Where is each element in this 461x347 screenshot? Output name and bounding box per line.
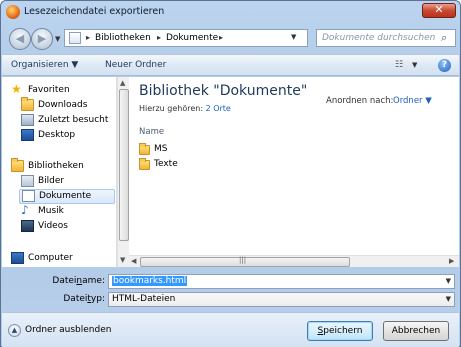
search-icon[interactable]: ⌕ xyxy=(441,31,447,45)
folder-icon xyxy=(139,158,150,170)
downloads-folder-icon xyxy=(21,97,34,111)
navigation-row: ◀ ▶ ▼ ▸ Bibliotheken ▸ Dokumente ▸ ▼ ⇆ D… xyxy=(1,24,460,52)
close-icon: ✕ xyxy=(434,3,444,16)
forward-arrow-icon: ▶ xyxy=(37,32,47,45)
command-bar: Organisieren ▼ Neuer Ordner ☷ ▼ ? xyxy=(2,54,459,76)
recent-places-icon xyxy=(21,114,34,126)
libraries-icon xyxy=(11,158,24,172)
close-button[interactable]: ✕ xyxy=(422,3,456,18)
star-icon: ★ xyxy=(11,82,22,96)
filename-row: Dateiname: bookmarks.html ▼ xyxy=(1,274,460,289)
recent-pages-dropdown[interactable]: ▼ xyxy=(55,35,60,43)
music-icon: ♪ xyxy=(21,203,29,217)
firefox-icon xyxy=(6,5,20,19)
videos-icon xyxy=(21,220,34,232)
filetype-row: Dateityp: HTML-Dateien ▼ xyxy=(1,292,460,307)
sidebar-item-documents[interactable]: Dokumente xyxy=(19,189,115,204)
arrange-by-label: Anordnen nach: xyxy=(326,96,394,106)
breadcrumb-dokumente[interactable]: Dokumente xyxy=(166,33,218,43)
scrollbar-thumb[interactable]: ||| xyxy=(140,256,350,267)
grip-icon: ||| xyxy=(239,256,247,264)
scrollbar-thumb[interactable] xyxy=(119,89,129,241)
address-bar[interactable]: ▸ Bibliotheken ▸ Dokumente ▸ ▼ xyxy=(64,29,308,47)
library-icon xyxy=(69,32,81,44)
view-options-icon[interactable]: ☷ xyxy=(395,60,407,70)
column-header-name[interactable]: Name xyxy=(139,127,164,137)
computer-icon xyxy=(11,252,24,264)
new-folder-button[interactable]: Neuer Ordner xyxy=(105,60,166,70)
scroll-up-icon[interactable]: ▲ xyxy=(120,79,125,87)
file-list-pane: Bibliothek "Dokumente" Hierzu gehören: 2… xyxy=(129,77,459,255)
documents-icon xyxy=(22,190,35,202)
scroll-left-icon[interactable]: ◀ xyxy=(131,257,136,265)
chevron-right-icon[interactable]: ▸ xyxy=(219,33,223,42)
arrange-by-dropdown[interactable]: Ordner ▼ xyxy=(393,96,432,106)
save-button[interactable]: Speichern xyxy=(307,321,373,341)
filename-input[interactable]: bookmarks.html xyxy=(112,276,188,286)
dialog-footer: ▲ Ordner ausblenden Speichern Abbrechen xyxy=(2,312,459,347)
scroll-right-icon[interactable]: ▶ xyxy=(449,257,454,265)
help-icon[interactable]: ? xyxy=(438,59,451,72)
chevron-right-icon[interactable]: ▸ xyxy=(86,33,90,42)
library-includes: Hierzu gehören: 2 Orte xyxy=(139,104,231,113)
window-title: Lesezeichendatei exportieren xyxy=(24,6,165,17)
cancel-button[interactable]: Abbrechen xyxy=(383,321,449,341)
back-button[interactable]: ◀ xyxy=(9,28,31,50)
chevron-up-icon: ▲ xyxy=(8,324,21,337)
content-horizontal-scrollbar[interactable]: ◀ ||| ▶ xyxy=(129,255,459,267)
scroll-down-icon[interactable]: ▼ xyxy=(120,256,125,264)
navigation-scrollbar[interactable]: ▲ ▼ xyxy=(117,77,129,267)
view-dropdown[interactable]: ▼ xyxy=(412,61,417,69)
library-locations-link[interactable]: 2 Orte xyxy=(206,104,231,113)
forward-button[interactable]: ▶ xyxy=(31,28,53,50)
folder-icon xyxy=(139,143,150,155)
pictures-icon xyxy=(21,175,34,187)
library-title: Bibliothek "Dokumente" xyxy=(139,83,308,99)
back-arrow-icon: ◀ xyxy=(15,32,25,45)
organize-menu[interactable]: Organisieren ▼ xyxy=(11,60,78,70)
title-bar: Lesezeichendatei exportieren ✕ xyxy=(1,1,460,23)
filetype-label: Dateityp: xyxy=(63,294,105,304)
save-dialog-window: Lesezeichendatei exportieren ✕ ◀ ▶ ▼ ▸ B… xyxy=(0,0,461,347)
chevron-right-icon[interactable]: ▸ xyxy=(157,33,161,42)
filetype-dropdown-icon[interactable]: ▼ xyxy=(446,295,451,303)
address-dropdown[interactable]: ▼ xyxy=(291,33,296,41)
filetype-select[interactable]: HTML-Dateien ▼ xyxy=(108,292,455,307)
navigation-pane: ★ Favoriten Downloads Zuletzt besucht De… xyxy=(2,77,117,267)
filename-dropdown-icon[interactable]: ▼ xyxy=(446,277,451,285)
breadcrumb-bibliotheken[interactable]: Bibliotheken xyxy=(95,33,151,43)
search-box[interactable]: Dokumente durchsuchen ⌕ xyxy=(316,29,456,47)
filename-field[interactable]: bookmarks.html ▼ xyxy=(108,274,455,289)
search-input[interactable]: Dokumente durchsuchen xyxy=(322,33,435,43)
desktop-icon xyxy=(21,129,34,141)
filename-label: Dateiname: xyxy=(52,276,105,286)
filetype-value: HTML-Dateien xyxy=(112,294,176,304)
